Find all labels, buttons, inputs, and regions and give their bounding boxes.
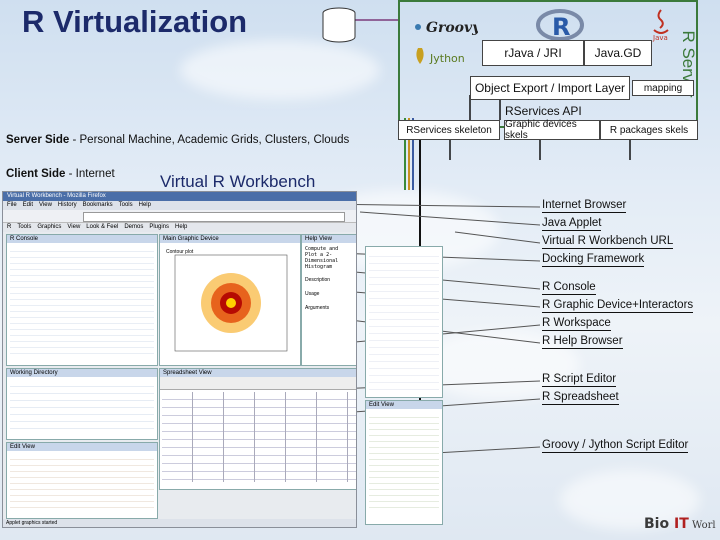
svg-text:Groovy: Groovy xyxy=(426,20,478,36)
r-packages-skels-box: R packages skels xyxy=(600,120,698,140)
groovy-editor-text xyxy=(369,412,439,512)
app-menu-plugins[interactable]: Plugins xyxy=(149,223,169,232)
annotation-r-help-browser: R Help Browser xyxy=(542,335,623,349)
browser-menubar: File Edit View History Bookmarks Tools H… xyxy=(3,201,356,210)
script-editor-text xyxy=(10,454,154,512)
annotation-r-console: R Console xyxy=(542,281,596,295)
scatter-heatmap-plot xyxy=(174,254,288,352)
app-menu-r[interactable]: R xyxy=(7,223,11,232)
annotation-docking-framework: Docking Framework xyxy=(542,253,645,267)
graphic-devices-skels-box: Graphic devices skels xyxy=(504,119,600,141)
app-menu-tools[interactable]: Tools xyxy=(17,223,31,232)
javagd-box: Java.GD xyxy=(584,40,652,66)
svg-text:Jython: Jython xyxy=(429,52,465,65)
status-bar: Applet graphics started xyxy=(3,519,356,527)
spreadsheet-grid[interactable] xyxy=(162,392,356,482)
svg-text:R: R xyxy=(552,13,570,41)
menu-history[interactable]: History xyxy=(58,201,77,210)
app-menu-help[interactable]: Help xyxy=(175,223,187,232)
help-title: Help View xyxy=(302,235,356,243)
rservices-api-label: RServices API xyxy=(505,104,582,118)
annotation-r-spreadsheet: R Spreadsheet xyxy=(542,391,619,405)
object-export-import-layer-box: Object Export / Import Layer xyxy=(470,76,630,100)
annotation-r-script-editor: R Script Editor xyxy=(542,373,617,387)
help-section-arguments: Arguments xyxy=(305,305,330,311)
script-editor-panel[interactable]: Edit View xyxy=(6,442,158,519)
groovy-jython-editor-panel[interactable]: Edit View xyxy=(365,400,443,525)
r-logo-icon: R xyxy=(536,9,584,41)
workbench-screenshot: Virtual R Workbench - Mozilla Firefox Fi… xyxy=(2,191,357,528)
rservices-skeleton-box: RServices skeleton xyxy=(398,120,500,140)
menu-edit[interactable]: Edit xyxy=(23,201,33,210)
groovy-logo-icon: Groovy xyxy=(415,20,478,36)
spreadsheet-title: Spreadsheet View xyxy=(160,369,356,377)
help-section-description: Description xyxy=(305,277,331,283)
r-console-panel[interactable]: R Console xyxy=(6,234,158,366)
app-menu-graphics[interactable]: Graphics xyxy=(37,223,61,232)
mapping-box: mapping xyxy=(632,80,694,96)
app-menubar: R Tools Graphics View Look & Feel Demos … xyxy=(3,223,356,232)
menu-tools[interactable]: Tools xyxy=(119,201,133,210)
browser-titlebar: Virtual R Workbench - Mozilla Firefox xyxy=(3,192,356,201)
groovy-editor-title: Edit View xyxy=(366,401,442,409)
browser-toolbar xyxy=(3,210,356,223)
spreadsheet-panel[interactable]: Spreadsheet View xyxy=(159,368,356,490)
graphic-device-panel[interactable]: Main Graphic Device Contour plot xyxy=(159,234,301,366)
database-icon xyxy=(322,7,356,43)
r-server-label: R Server xyxy=(679,30,698,98)
menu-view[interactable]: View xyxy=(39,201,52,210)
help-browser-text xyxy=(369,250,439,390)
menu-help[interactable]: Help xyxy=(139,201,151,210)
annotation-r-graphic-device: R Graphic Device+Interactors xyxy=(542,299,694,313)
annotation-java-applet: Java Applet xyxy=(542,217,602,231)
spreadsheet-toolbar xyxy=(160,377,356,390)
workspace-title: Working Directory xyxy=(7,369,157,377)
script-editor-title: Edit View xyxy=(7,443,157,451)
annotation-groovy-jython-editor: Groovy / Jython Script Editor xyxy=(542,439,689,453)
annotation-internet-browser: Internet Browser xyxy=(542,199,627,213)
bio-it-world-logo-icon: Bio IT World xyxy=(644,516,716,532)
svg-text:Java: Java xyxy=(652,34,668,42)
workbench-title: Virtual R Workbench xyxy=(160,172,316,191)
server-side-label: Server Side - Personal Machine, Academic… xyxy=(6,134,350,146)
r-workspace-panel[interactable]: Working Directory xyxy=(6,368,158,440)
r-console-text xyxy=(10,246,154,356)
help-section-usage: Usage xyxy=(305,291,320,297)
jython-logo-icon: Jython xyxy=(416,48,465,65)
app-menu-demos[interactable]: Demos xyxy=(124,223,143,232)
annotation-r-workspace: R Workspace xyxy=(542,317,611,331)
url-bar[interactable] xyxy=(83,212,345,222)
menu-file[interactable]: File xyxy=(7,201,17,210)
graphic-device-title: Main Graphic Device xyxy=(160,235,300,243)
app-menu-view[interactable]: View xyxy=(67,223,80,232)
menu-bookmarks[interactable]: Bookmarks xyxy=(83,201,113,210)
svg-text:World: World xyxy=(692,520,716,531)
java-logo-icon: Java xyxy=(652,9,669,42)
help-browser-panel[interactable]: Help View Compute and Plot a 2-Dimension… xyxy=(301,234,356,366)
svg-text:Bio: Bio xyxy=(644,516,669,532)
help-browser-extended-panel xyxy=(365,246,443,398)
client-side-label: Client Side - Internet xyxy=(6,168,115,180)
annotation-workbench-url: Virtual R Workbench URL xyxy=(542,235,674,249)
rjava-jri-box: rJava / JRI xyxy=(482,40,584,66)
help-heading: Compute and Plot a 2-Dimensional Histogr… xyxy=(305,246,339,270)
svg-text:IT: IT xyxy=(674,516,689,532)
r-console-title: R Console xyxy=(7,235,157,243)
workspace-list xyxy=(10,380,154,432)
app-menu-look-feel[interactable]: Look & Feel xyxy=(86,223,118,232)
